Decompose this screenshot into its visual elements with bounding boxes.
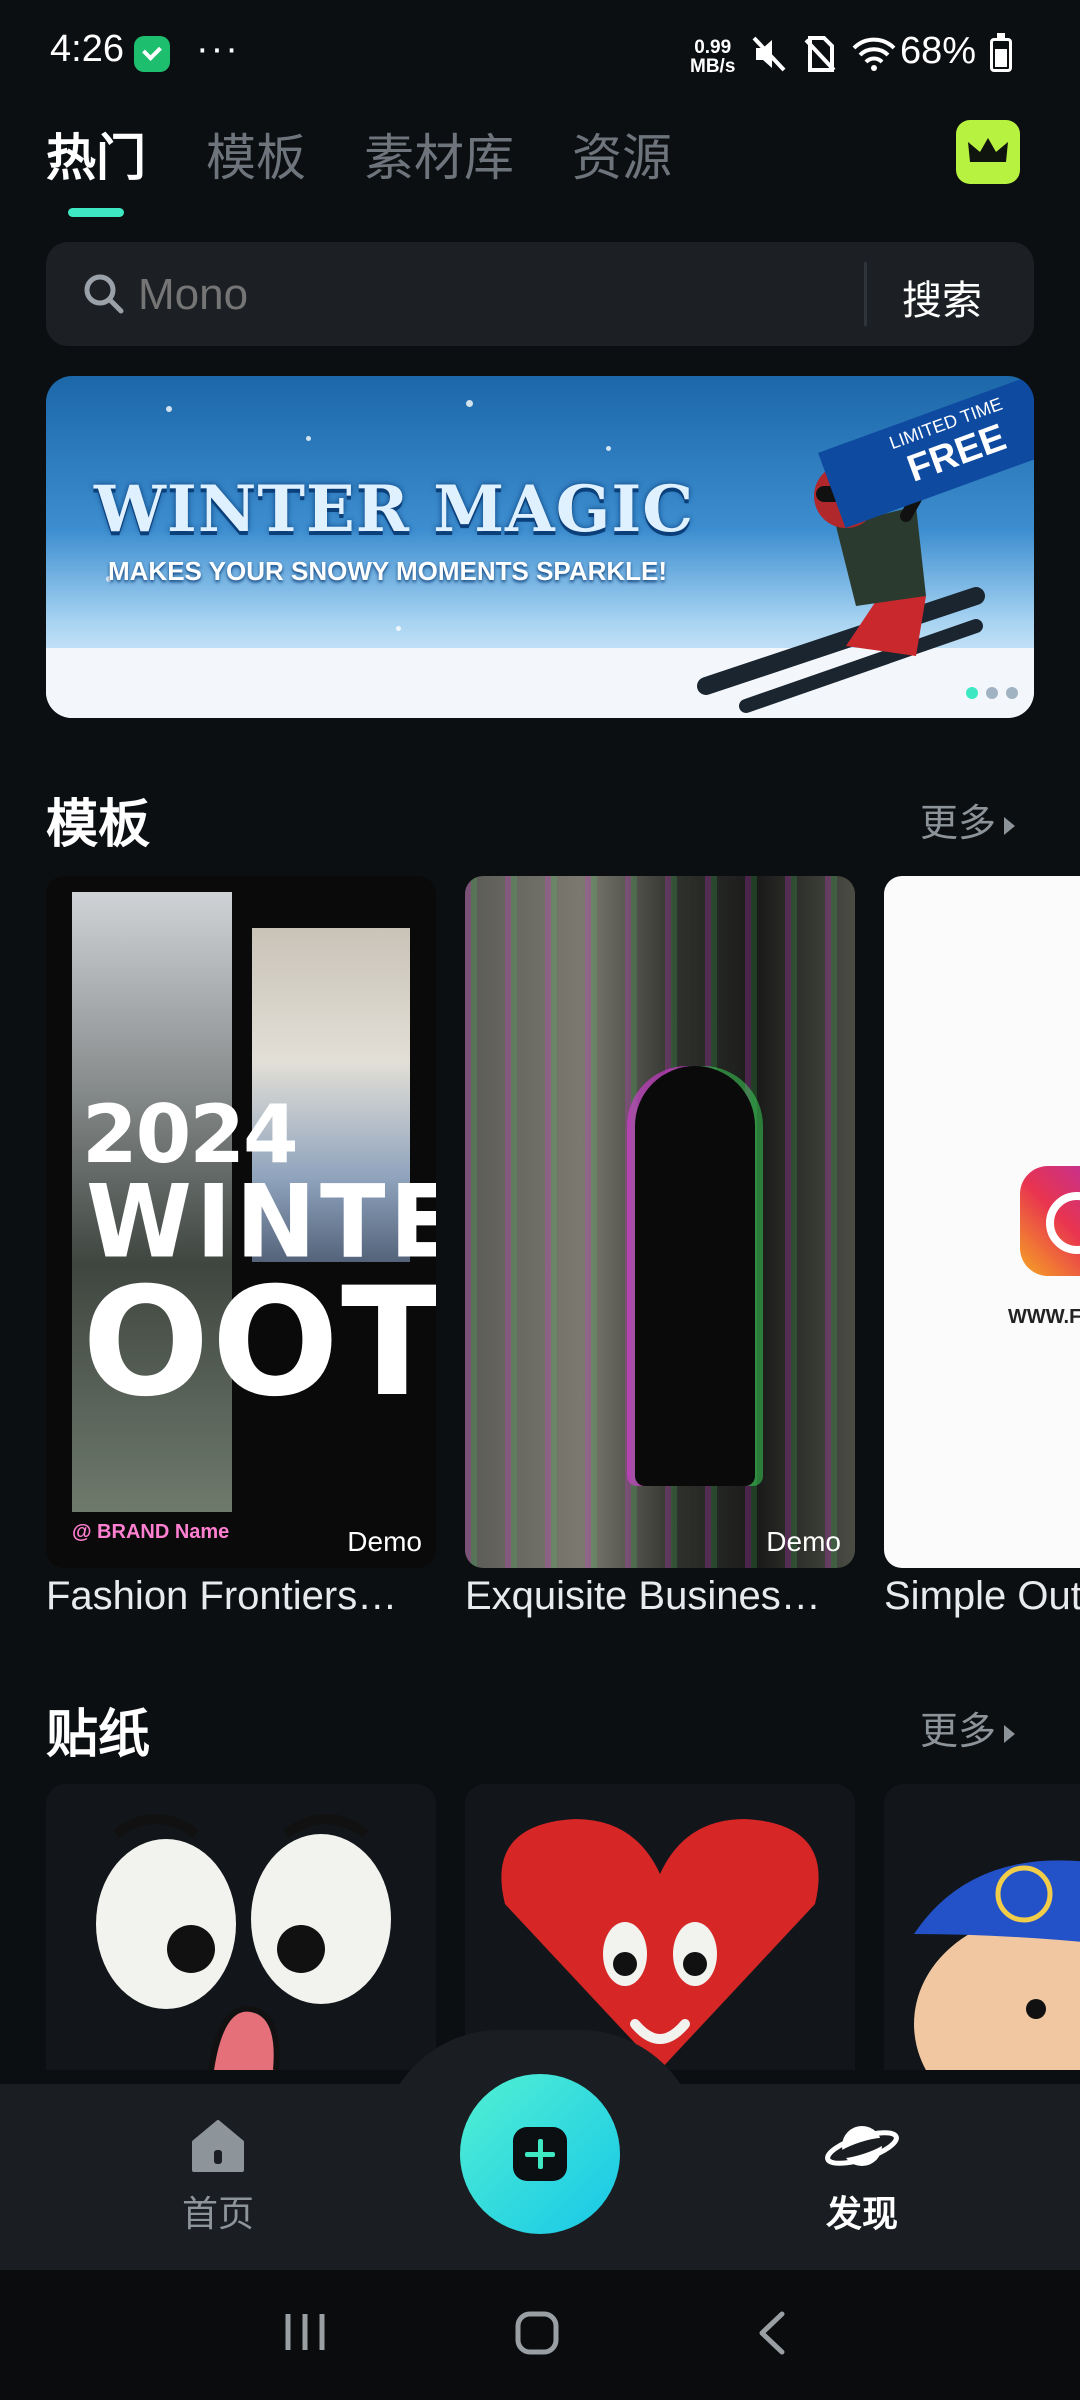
nav-home[interactable]: 首页 (118, 2118, 318, 2237)
page-dot-active (966, 687, 978, 699)
battery-charging-icon (990, 33, 1012, 72)
no-sim-icon (804, 36, 836, 72)
googly-face-sticker (96, 1814, 391, 2070)
tab-templates[interactable]: 模板 (206, 118, 306, 190)
promo-banner[interactable]: WINTER MAGIC MAKES YOUR SNOWY MOMENTS SP… (46, 376, 1034, 718)
heart-face-sticker (501, 1819, 819, 2070)
mute-icon (752, 36, 786, 72)
template-caption: Simple Out (884, 1574, 1080, 1618)
snowflake (166, 406, 172, 412)
sticker-card-heart[interactable] (465, 1784, 855, 2070)
network-speed-value: 0.99 (694, 37, 732, 58)
template-url-text: WWW.FILM (1008, 1306, 1080, 1328)
banner-title: WINTER MAGIC (94, 472, 695, 547)
templates-section-title: 模板 (46, 796, 151, 854)
template-card-fashion[interactable]: 2024 WINTER OOTD @ BRAND Name Demo (46, 876, 436, 1568)
search-input[interactable] (136, 262, 880, 328)
vip-crown-button[interactable] (956, 120, 1020, 184)
chevron-right-icon (1004, 816, 1016, 835)
back-icon[interactable] (754, 2310, 788, 2356)
recent-apps-icon[interactable] (280, 2310, 330, 2354)
status-bar: 4:26 ··· 0.99 MB/s 68% (0, 0, 1080, 108)
crown-icon (968, 138, 1008, 162)
cap-kid-sticker (914, 1860, 1080, 2070)
template-card-business[interactable]: Demo (465, 876, 855, 1568)
nav-discover[interactable]: 发现 (762, 2118, 962, 2237)
snowflake (606, 446, 611, 451)
home-system-icon[interactable] (514, 2310, 560, 2356)
banner-page-indicator (958, 686, 1018, 704)
stickers-section-title: 贴纸 (46, 1706, 151, 1764)
wifi-icon (852, 37, 896, 71)
nav-home-label: 首页 (181, 2193, 254, 2234)
stickers-more-link[interactable]: 更多 (920, 1700, 1016, 1755)
template-brand-text: @ BRAND Name (72, 1521, 230, 1543)
demo-badge: Demo (766, 1526, 841, 1557)
search-button[interactable]: 搜索 (902, 268, 982, 326)
planet-icon (825, 2126, 899, 2166)
sticker-card-eyes[interactable] (46, 1784, 436, 2070)
snowflake (396, 626, 401, 631)
nav-discover-label: 发现 (825, 2193, 898, 2234)
create-button[interactable] (460, 2074, 620, 2234)
demo-badge: Demo (347, 1526, 422, 1557)
tab-resources[interactable]: 资源 (572, 118, 672, 190)
sticker-card-cap[interactable] (884, 1784, 1080, 2070)
page-dot (1006, 687, 1018, 699)
plus-icon (513, 2127, 567, 2181)
active-tab-indicator (68, 208, 124, 217)
snowflake (466, 400, 473, 407)
stickers-more-label: 更多 (920, 1711, 997, 1753)
templates-more-link[interactable]: 更多 (920, 792, 1016, 847)
search-icon (84, 274, 124, 314)
status-time: 4:26 (50, 28, 124, 70)
template-caption: Exquisite Busines… (465, 1574, 821, 1618)
shield-check-icon (134, 36, 170, 72)
network-speed: 0.99 MB/s (690, 38, 735, 76)
template-caption: Fashion Frontiers… (46, 1574, 398, 1618)
template-card-simple[interactable]: WWW.FILM (884, 876, 1080, 1568)
instagram-logo-icon (1020, 1166, 1080, 1276)
page-dot (986, 687, 998, 699)
search-divider (864, 262, 867, 326)
banner-subtitle: MAKES YOUR SNOWY MOMENTS SPARKLE! (108, 556, 668, 586)
tab-hot[interactable]: 热门 (46, 118, 146, 190)
chevron-right-icon (1004, 1724, 1016, 1743)
battery-percent: 68% (900, 30, 977, 72)
home-icon (192, 2120, 244, 2172)
silhouette-figure (635, 1066, 755, 1486)
template-ootd-text: OOTD (82, 1256, 436, 1430)
tab-material-library[interactable]: 素材库 (364, 118, 514, 190)
system-navigation-bar (0, 2270, 1080, 2400)
status-more-dots: ··· (196, 28, 240, 70)
templates-more-label: 更多 (920, 803, 997, 845)
network-speed-unit: MB/s (690, 56, 736, 77)
snowflake (306, 436, 311, 441)
search-bar: 搜索 (46, 242, 1034, 346)
